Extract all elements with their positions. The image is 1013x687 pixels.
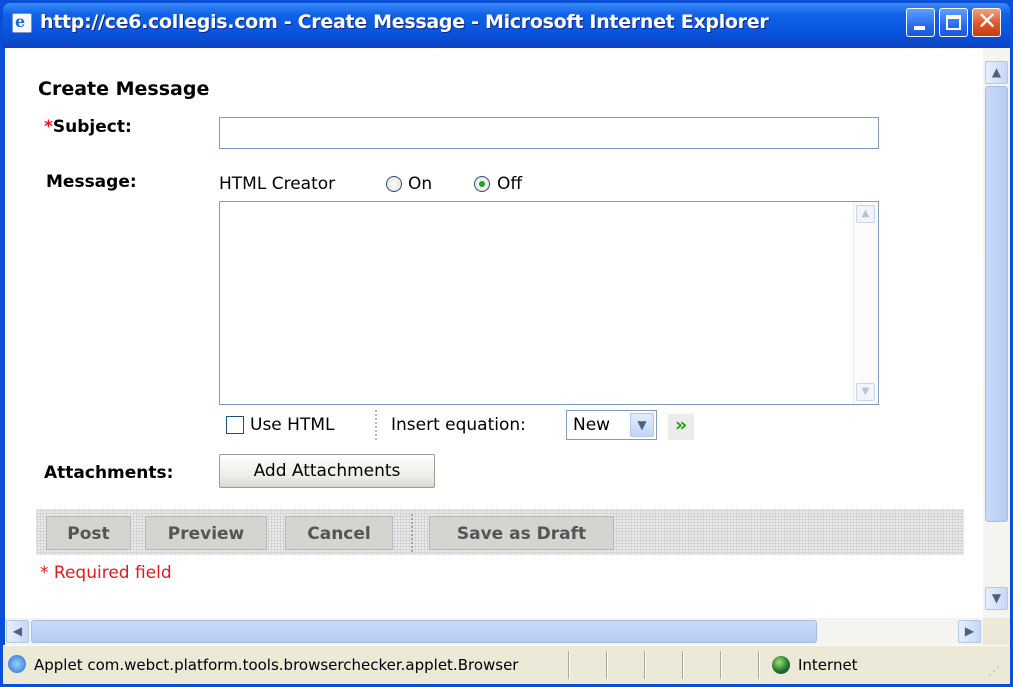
subject-label: *Subject: — [44, 117, 132, 137]
message-scroll-down-button[interactable]: ▼ — [856, 383, 875, 401]
status-pane — [758, 651, 760, 679]
page-scroll-right-button[interactable]: ▶ — [958, 620, 981, 643]
ie-page-icon[interactable]: e — [12, 13, 32, 33]
use-html-label[interactable]: Use HTML — [250, 415, 334, 435]
maximize-button[interactable] — [939, 8, 968, 37]
message-scrollbar[interactable] — [853, 202, 878, 404]
security-zone-label: Internet — [798, 656, 858, 674]
resize-grip-icon[interactable]: ⋰ — [988, 664, 1000, 678]
close-icon: ✕ — [977, 7, 998, 35]
internet-zone-icon — [772, 656, 790, 674]
html-creator-off-label[interactable]: Off — [497, 174, 522, 194]
status-pane — [720, 651, 722, 679]
scrollbar-corner — [983, 618, 1010, 645]
maximize-icon — [946, 15, 961, 30]
window-title: http://ce6.collegis.com - Create Message… — [40, 11, 769, 33]
save-as-draft-button[interactable]: Save as Draft — [429, 516, 614, 550]
message-scroll-up-button[interactable]: ▲ — [856, 205, 875, 223]
status-text: Applet com.webct.platform.tools.browserc… — [34, 656, 519, 674]
chevron-down-icon[interactable]: ▼ — [630, 413, 654, 437]
cancel-button[interactable]: Cancel — [285, 516, 393, 550]
minimize-icon — [914, 26, 925, 30]
toolbar-divider — [375, 410, 377, 440]
status-pane — [644, 651, 646, 679]
preview-button[interactable]: Preview — [145, 516, 267, 550]
page-horizontal-scroll-thumb[interactable] — [31, 620, 817, 643]
insert-equation-value[interactable]: New — [573, 415, 610, 435]
minimize-button[interactable] — [906, 8, 935, 37]
page-scroll-left-button[interactable]: ◀ — [6, 620, 29, 643]
required-mark: * — [44, 117, 53, 137]
status-pane — [568, 651, 570, 679]
message-textarea[interactable] — [219, 201, 879, 405]
insert-equation-go-button[interactable]: » — [668, 414, 694, 440]
page-title: Create Message — [38, 78, 210, 100]
insert-equation-label: Insert equation: — [391, 415, 526, 435]
subject-input[interactable] — [219, 117, 879, 149]
attachments-label: Attachments: — [44, 463, 174, 483]
status-pane — [606, 651, 608, 679]
status-pane — [682, 651, 684, 679]
subject-label-text: Subject: — [52, 117, 132, 137]
ie-page-icon — [8, 655, 26, 673]
add-attachments-button[interactable]: Add Attachments — [219, 454, 435, 488]
close-button[interactable]: ✕ — [972, 7, 1001, 37]
html-creator-on-radio[interactable] — [386, 176, 402, 192]
html-creator-off-radio[interactable] — [474, 176, 490, 192]
required-field-note: * Required field — [40, 563, 172, 583]
html-creator-label: HTML Creator — [219, 174, 336, 194]
green-arrow-icon: » — [675, 414, 688, 436]
use-html-checkbox[interactable] — [226, 416, 244, 434]
message-label: Message: — [46, 172, 137, 192]
radio-selected-dot — [479, 181, 485, 187]
html-creator-on-label[interactable]: On — [408, 174, 432, 194]
page-vertical-scroll-thumb[interactable] — [985, 86, 1008, 522]
post-button[interactable]: Post — [46, 516, 131, 550]
page-scroll-up-button[interactable]: ▲ — [985, 61, 1008, 84]
action-divider — [411, 514, 413, 552]
page-scroll-down-button[interactable]: ▼ — [985, 587, 1008, 610]
